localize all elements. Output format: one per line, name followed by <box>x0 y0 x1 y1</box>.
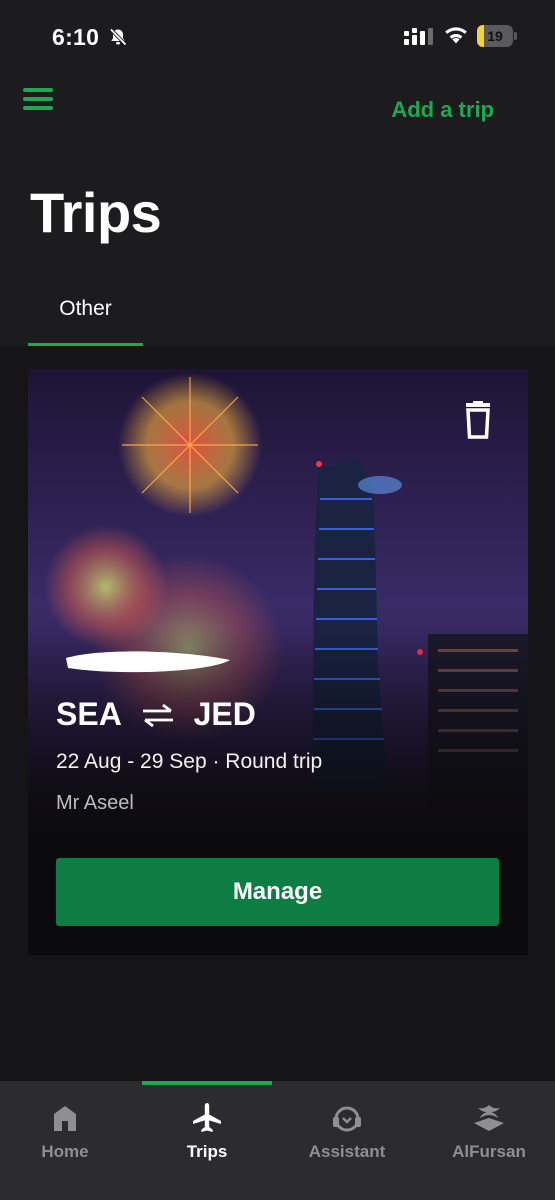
cellular-signal-icon <box>404 28 433 45</box>
nav-label-trips: Trips <box>186 1142 228 1161</box>
nav-trips[interactable]: Trips <box>138 1081 276 1200</box>
trip-route: SEA JED <box>56 694 256 733</box>
home-icon <box>54 1106 76 1131</box>
tab-bar: Other <box>0 280 555 346</box>
origin-code: SEA <box>56 696 122 733</box>
alfursan-logo-icon <box>474 1105 504 1131</box>
destination-code: JED <box>193 696 256 733</box>
add-trip-button[interactable]: Add a trip <box>391 97 494 123</box>
trash-icon[interactable] <box>460 401 496 439</box>
battery-icon: 19 <box>477 25 517 47</box>
nav-label-assistant: Assistant <box>308 1142 386 1161</box>
passenger-name: Mr Aseel <box>56 792 134 814</box>
hamburger-menu-icon[interactable] <box>22 85 56 113</box>
round-trip-arrows-icon <box>142 703 173 727</box>
nav-home[interactable]: Home <box>0 1081 134 1200</box>
nav-label-alfursan: AlFursan <box>452 1142 526 1161</box>
bottom-nav: Home Trips Assistant AlFursan <box>0 1081 555 1200</box>
headset-icon <box>333 1106 361 1132</box>
nav-assistant[interactable]: Assistant <box>278 1081 416 1200</box>
status-bar: 6:10 19 <box>0 0 555 72</box>
page-title: Trips <box>30 181 162 244</box>
tab-other[interactable]: Other <box>28 280 143 346</box>
battery-level: 19 <box>487 28 503 44</box>
bell-muted-icon <box>109 28 127 46</box>
status-time: 6:10 <box>52 24 100 50</box>
nav-alfursan[interactable]: AlFursan <box>420 1081 555 1200</box>
wifi-icon <box>445 27 467 44</box>
manage-button[interactable]: Manage <box>56 858 499 926</box>
trip-dates: 22 Aug - 29 Sep · Round trip <box>56 750 323 773</box>
tab-label: Other <box>59 297 112 320</box>
airplane-icon <box>193 1103 221 1132</box>
trip-card[interactable]: SEA JED 22 Aug - 29 Sep · Round trip Mr … <box>28 369 528 955</box>
redaction-mark <box>66 651 230 673</box>
nav-label-home: Home <box>41 1142 89 1161</box>
